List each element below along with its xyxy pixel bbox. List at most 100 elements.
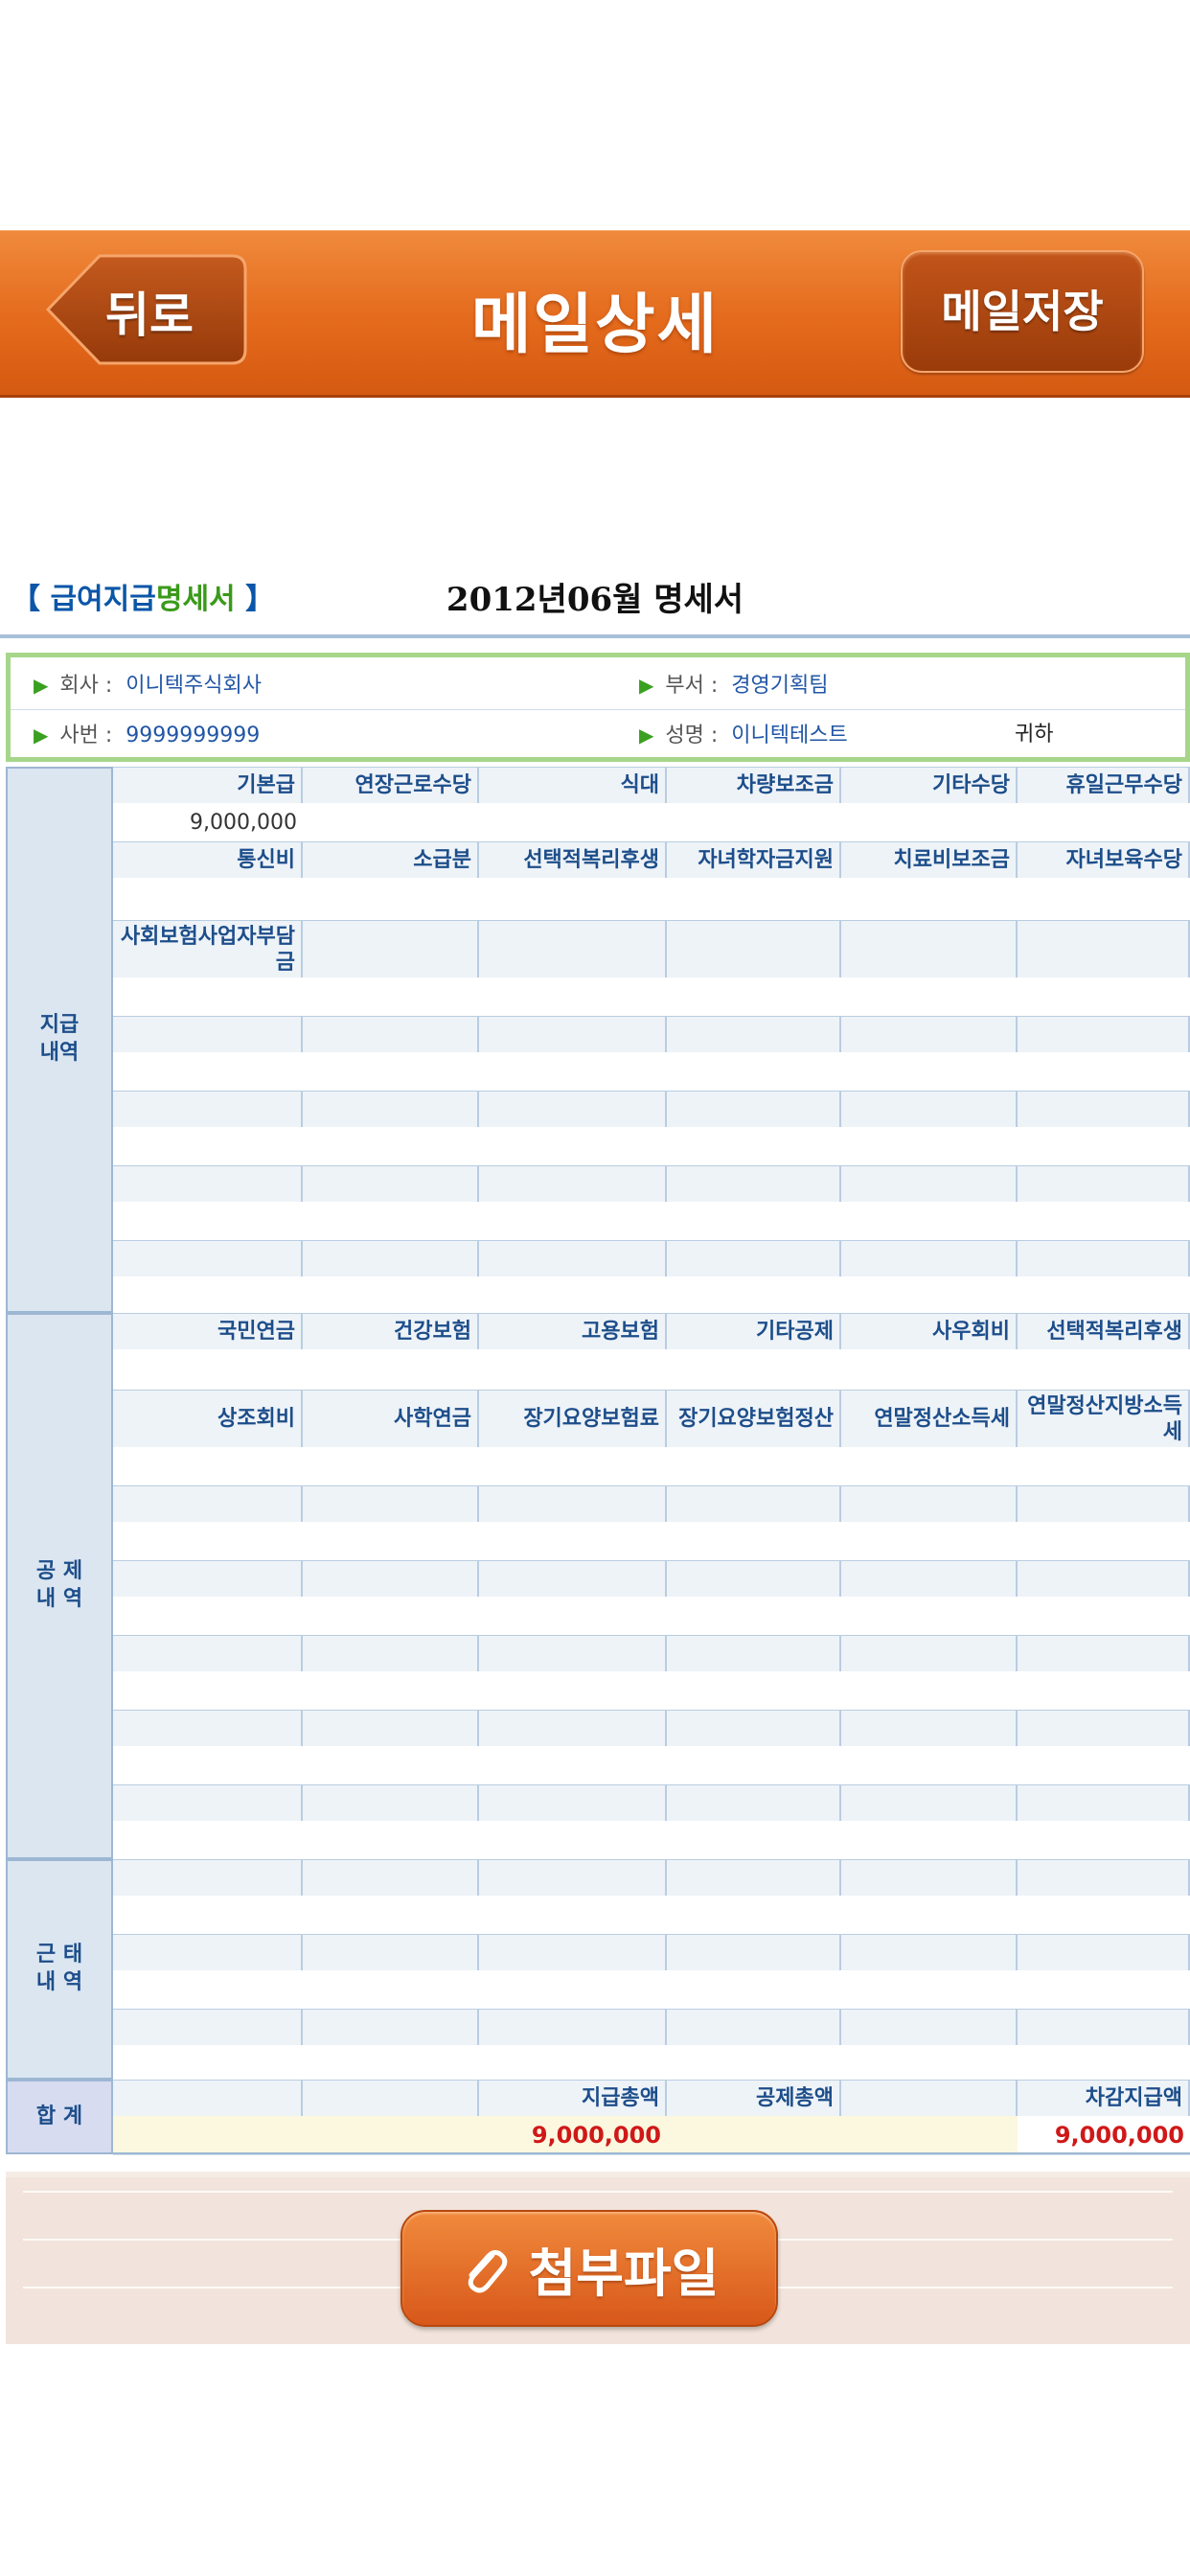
dept-label: 부서 : <box>665 674 719 698</box>
dept-value: 경영기획팀 <box>731 674 829 698</box>
column-header: 사학연금 <box>303 1391 479 1448</box>
column-header: 치료비보조금 <box>841 842 1018 879</box>
pay-value <box>303 803 479 841</box>
empty-header-row <box>113 1560 1190 1598</box>
column-header <box>1018 1935 1190 1971</box>
column-header <box>667 1166 841 1203</box>
empty-header-row <box>113 1710 1190 1748</box>
column-header <box>113 1092 303 1128</box>
name-field: ▶ 성명 : 이니텍테스트 <box>639 711 848 759</box>
column-header <box>479 1166 667 1203</box>
blank-row <box>113 1746 1190 1785</box>
section-deduct: 공 제 내 역 <box>6 1313 113 1859</box>
column-header: 연말정산지방소득세 <box>1018 1391 1190 1448</box>
column-header <box>479 2010 667 2046</box>
column-header <box>303 2081 479 2117</box>
blank-row <box>113 1522 1190 1561</box>
empty-header-row <box>113 1934 1190 1972</box>
column-header <box>1018 1092 1190 1128</box>
column-header: 연말정산소득세 <box>841 1391 1018 1448</box>
info-row: ▶ 사번 : 9999999999 ▶ 성명 : 이니텍테스트 귀하 <box>11 711 1185 759</box>
column-header: 기타수당 <box>841 768 1018 804</box>
column-header <box>1018 1241 1190 1277</box>
column-header: 통신비 <box>113 842 303 879</box>
column-header <box>1018 1561 1190 1598</box>
empty-header-row <box>113 1485 1190 1524</box>
column-header <box>1018 1166 1190 1203</box>
pay-value-row: 9,000,000 <box>113 803 1190 842</box>
pay-value <box>841 803 1018 841</box>
column-header <box>303 1241 479 1277</box>
blank-row <box>113 1821 1190 1860</box>
column-header: 소급분 <box>303 842 479 879</box>
column-header <box>113 1636 303 1672</box>
totals-header-row: 지급총액 공제총액 차감지급액 <box>113 2080 1190 2118</box>
blank-row <box>113 978 1190 1017</box>
blank-row <box>113 1970 1190 2010</box>
company-field: ▶ 회사 : 이니텍주식회사 <box>34 661 262 709</box>
column-header: 건강보험 <box>303 1314 479 1350</box>
column-header <box>1018 1486 1190 1523</box>
pay-value <box>479 803 667 841</box>
column-header <box>303 921 479 978</box>
column-header <box>303 1860 479 1897</box>
column-header: 고용보험 <box>479 1314 667 1350</box>
column-header <box>841 921 1018 978</box>
pay-header-row: 사회보험사업자부담금 <box>113 920 1190 979</box>
empty-header-row <box>113 1784 1190 1823</box>
column-header <box>667 921 841 978</box>
empty-header-row <box>113 1635 1190 1673</box>
column-header <box>303 2010 479 2046</box>
column-header <box>1018 1017 1190 1053</box>
triangle-bullet-icon: ▶ <box>34 724 49 747</box>
column-header <box>667 1092 841 1128</box>
employee-info-box: ▶ 회사 : 이니텍주식회사 ▶ 부서 : 경영기획팀 ▶ 사번 : 9999999999 … <box>6 653 1190 762</box>
column-header: 장기요양보험정산 <box>667 1391 841 1448</box>
column-header <box>667 1935 841 1971</box>
column-header <box>841 1017 1018 1053</box>
column-header <box>303 1166 479 1203</box>
column-header <box>113 2081 303 2117</box>
empty-header-row <box>113 1859 1190 1898</box>
info-row: ▶ 회사 : 이니텍주식회사 ▶ 부서 : 경영기획팀 <box>11 661 1185 710</box>
section-attend: 근 태 내 역 <box>6 1859 113 2080</box>
column-header <box>1018 1860 1190 1897</box>
column-header <box>1018 2010 1190 2046</box>
column-header: 선택적복리후생 <box>1018 1314 1190 1350</box>
deduct-header-row: 상조회비 사학연금 장기요양보험료 장기요양보험정산 연말정산소득세 연말정산지방소득세 <box>113 1390 1190 1449</box>
blank-row <box>113 1052 1190 1092</box>
column-header <box>479 1092 667 1128</box>
column-header: 기타공제 <box>667 1314 841 1350</box>
column-header <box>303 1711 479 1747</box>
column-header <box>841 1486 1018 1523</box>
column-header: 연장근로수당 <box>303 768 479 804</box>
column-header <box>1018 1711 1190 1747</box>
column-header: 자녀학자금지원 <box>667 842 841 879</box>
column-header <box>479 1935 667 1971</box>
column-header: 지급총액 <box>479 2081 667 2117</box>
column-header <box>667 1860 841 1897</box>
column-header <box>113 1935 303 1971</box>
column-header: 국민연금 <box>113 1314 303 1350</box>
save-mail-button[interactable]: 메일저장 <box>901 250 1144 373</box>
column-header <box>841 1092 1018 1128</box>
column-header <box>667 2010 841 2046</box>
attachment-button[interactable]: 첨부파일 <box>400 2210 778 2327</box>
column-header <box>303 1561 479 1598</box>
column-header <box>113 1785 303 1822</box>
company-label: 회사 : <box>59 674 113 698</box>
blank-row <box>113 1349 1190 1391</box>
blank-row <box>113 1447 1190 1486</box>
pay-value <box>1018 803 1190 841</box>
blank-row <box>113 1597 1190 1636</box>
dept-field: ▶ 부서 : 경영기획팀 <box>639 661 828 709</box>
statement-title: 2012년06월 명세서 <box>446 581 744 619</box>
total-value: 9,000,000 <box>1018 2116 1190 2154</box>
column-header <box>113 1561 303 1598</box>
column-header <box>113 2010 303 2046</box>
column-header: 식대 <box>479 768 667 804</box>
pay-value: 9,000,000 <box>190 810 297 835</box>
column-header <box>479 1241 667 1277</box>
column-header <box>667 1561 841 1598</box>
column-header <box>841 1935 1018 1971</box>
